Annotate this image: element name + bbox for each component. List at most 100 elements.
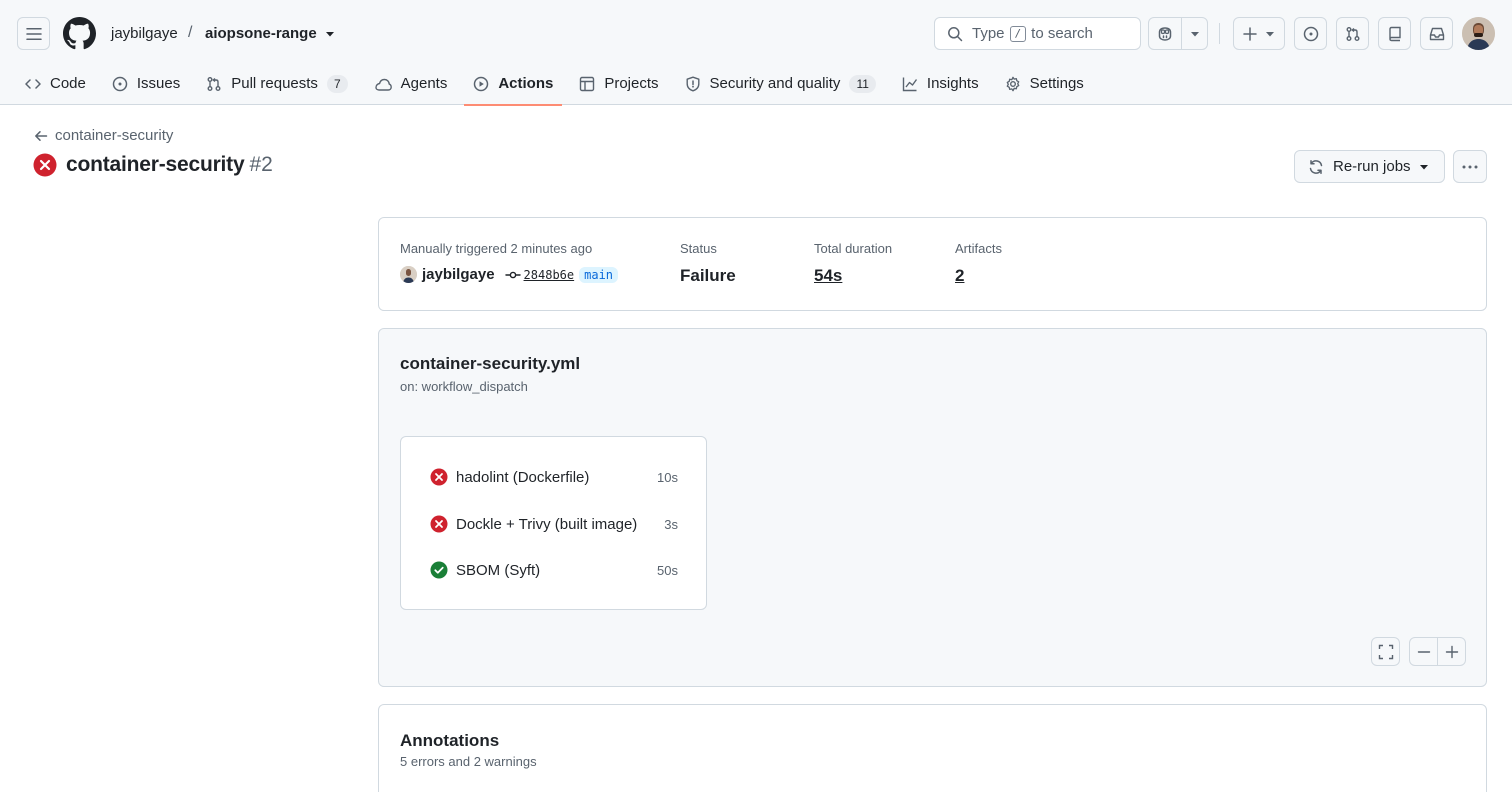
play-icon (474, 76, 489, 91)
tab-security-and-quality[interactable]: Security and quality 11 (676, 62, 885, 105)
job-item-hadolint[interactable]: hadolint (Dockerfile) 10s (430, 467, 678, 487)
status-label: Status (680, 241, 717, 256)
run-summary-card: Manually triggered 2 minutes ago jaybilg… (378, 217, 1487, 311)
tab-actions[interactable]: Actions (464, 62, 563, 106)
search-suffix: to search (1031, 25, 1093, 42)
workflow-graph: container-security.yml on: workflow_disp… (378, 328, 1487, 687)
fullscreen-button[interactable] (1371, 637, 1400, 666)
tab-label: Agents (400, 75, 448, 92)
screen-full-icon (1378, 644, 1393, 659)
issues-button[interactable] (1294, 17, 1327, 50)
graph-icon (902, 77, 917, 91)
duration-label: Total duration (814, 241, 893, 256)
zoom-in-button[interactable] (1437, 637, 1466, 666)
dash-icon (1417, 650, 1430, 653)
github-logo-icon[interactable] (63, 17, 96, 50)
tab-insights[interactable]: Insights (893, 62, 988, 105)
tab-label: Actions (498, 75, 554, 92)
status-info: Status Failure (680, 241, 736, 286)
duration-info: Total duration 54s (814, 241, 892, 286)
more-options-button[interactable] (1453, 150, 1487, 183)
menu-button[interactable] (17, 17, 50, 50)
copilot-icon (1158, 26, 1172, 41)
back-to-workflow-link[interactable]: container-security (34, 127, 173, 144)
security-alerts-count: 11 (849, 74, 876, 93)
run-number: #2 (249, 153, 273, 176)
issue-icon (1303, 26, 1318, 41)
copilot-button[interactable] (1148, 17, 1182, 50)
annotations-panel: Annotations 5 errors and 2 warnings (378, 704, 1487, 792)
agent-icon (374, 78, 392, 91)
hamburger-icon (25, 27, 42, 40)
breadcrumb-repo[interactable]: aiopsone-range (205, 25, 317, 42)
tab-pull-requests[interactable]: Pull requests 7 (197, 62, 356, 105)
git-commit-icon (504, 271, 521, 278)
tab-agents[interactable]: Agents (365, 62, 457, 105)
caret-down-icon[interactable] (325, 30, 335, 38)
tab-projects[interactable]: Projects (570, 62, 667, 105)
run-title: container-security (66, 153, 245, 176)
create-new-button[interactable] (1233, 17, 1285, 50)
search-icon (948, 26, 963, 41)
job-duration: 3s (664, 516, 678, 532)
user-avatar-icon (400, 266, 417, 283)
x-circle-fill-icon (430, 515, 448, 533)
caret-down-icon (1190, 31, 1199, 36)
repo-icon (1388, 26, 1401, 41)
pull-requests-count: 7 (326, 74, 348, 93)
issue-icon (112, 76, 128, 91)
trigger-label: Manually triggered 2 minutes ago (400, 241, 593, 256)
tab-issues[interactable]: Issues (103, 62, 189, 105)
kebab-horizontal-icon (1462, 165, 1478, 168)
tab-label: Code (50, 75, 86, 92)
zoom-out-button[interactable] (1409, 637, 1438, 666)
tab-label: Settings (1029, 75, 1084, 92)
job-name: hadolint (Dockerfile) (456, 468, 590, 486)
jobs-group: hadolint (Dockerfile) 10s Dockle + Trivy… (400, 436, 707, 610)
caret-down-icon (1419, 164, 1428, 169)
breadcrumb-owner[interactable]: jaybilgaye (111, 25, 178, 42)
job-item-dockle-trivy[interactable]: Dockle + Trivy (built image) 3s (430, 514, 678, 534)
tab-label: Projects (604, 75, 659, 92)
tab-label: Pull requests (231, 75, 318, 92)
search-input[interactable]: Type / to search (934, 17, 1141, 50)
workflow-file-name: container-security.yml (400, 354, 581, 373)
branch-label[interactable]: main (579, 266, 619, 283)
shield-icon (686, 76, 700, 91)
header-divider (1219, 23, 1220, 44)
tab-label: Insights (926, 75, 979, 92)
pull-request-icon (1346, 26, 1359, 41)
rerun-jobs-label: Re-run jobs (1333, 158, 1411, 175)
repo-nav-tabs: Code Issues Pull requests 7 Agents Actio… (16, 62, 1101, 106)
x-circle-fill-icon (430, 468, 448, 486)
repositories-button[interactable] (1378, 17, 1411, 50)
tab-settings[interactable]: Settings (996, 62, 1093, 105)
notifications-button[interactable] (1420, 17, 1453, 50)
job-duration: 10s (657, 469, 678, 485)
arrow-left-icon (35, 130, 48, 141)
x-circle-fill-icon (33, 153, 57, 177)
commit-link[interactable]: 2848b6e (504, 268, 574, 282)
actor-avatar[interactable] (400, 266, 417, 283)
annotations-title: Annotations (400, 731, 500, 750)
user-avatar[interactable] (1462, 17, 1495, 50)
job-item-sbom[interactable]: SBOM (Syft) 50s (430, 560, 678, 580)
tab-code[interactable]: Code (16, 62, 95, 105)
tab-label: Issues (136, 75, 181, 92)
breadcrumb-separator: / (188, 24, 193, 41)
job-name: SBOM (Syft) (456, 561, 541, 579)
user-avatar-icon (1462, 17, 1495, 50)
actor-link[interactable]: jaybilgaye (422, 266, 495, 283)
job-name: Dockle + Trivy (built image) (456, 515, 638, 533)
back-link-label: container-security (55, 127, 174, 144)
table-icon (580, 76, 595, 91)
artifacts-info: Artifacts 2 (955, 241, 1002, 286)
rerun-jobs-button[interactable]: Re-run jobs (1294, 150, 1445, 183)
duration-link[interactable]: 54s (814, 266, 892, 286)
artifacts-link[interactable]: 2 (955, 266, 1002, 286)
pull-requests-button[interactable] (1336, 17, 1369, 50)
copilot-menu-button[interactable] (1181, 17, 1208, 50)
sync-icon (1309, 159, 1323, 174)
job-duration: 50s (657, 562, 678, 578)
status-value: Failure (680, 266, 736, 285)
